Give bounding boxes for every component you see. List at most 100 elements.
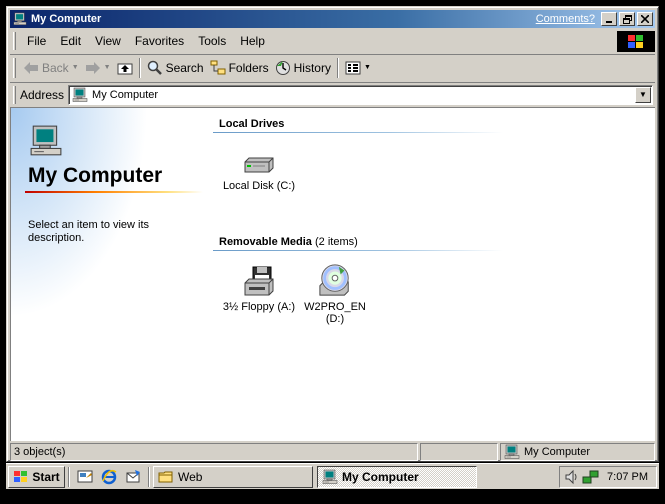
status-location-text: My Computer — [524, 446, 591, 458]
folder-icon — [158, 469, 174, 485]
views-button[interactable]: ▼ — [342, 57, 374, 79]
windows-logo-icon — [617, 31, 655, 52]
explorer-window: My Computer Comments? File Edit View Fav… — [6, 6, 659, 462]
standard-toolbar: Back ▼ ▼ Search Folders History ▼ — [10, 54, 655, 80]
floppy-drive-icon — [243, 265, 275, 297]
system-tray: 7:07 PM — [559, 465, 657, 488]
drive-item-floppy-a[interactable]: 3½ Floppy (A:) — [219, 265, 299, 313]
chevron-down-icon[interactable]: ▼ — [72, 64, 79, 71]
clock[interactable]: 7:07 PM — [607, 471, 648, 483]
chevron-down-icon: ▼ — [639, 90, 647, 99]
folders-button[interactable]: Folders — [207, 57, 272, 79]
start-button[interactable]: Start — [8, 465, 65, 488]
cd-drive-icon — [318, 263, 352, 297]
volume-icon[interactable] — [564, 469, 580, 485]
back-button[interactable]: Back ▼ — [20, 57, 82, 79]
comments-link[interactable]: Comments? — [536, 13, 595, 25]
status-bar: 3 object(s) My Computer — [10, 443, 655, 461]
taskbar-separator — [68, 466, 70, 487]
address-value: My Computer — [92, 88, 159, 101]
history-icon — [275, 60, 290, 75]
hard-disk-icon — [243, 156, 275, 176]
menu-bar: File Edit View Favorites Tools Help — [10, 30, 655, 52]
drive-label: 3½ Floppy (A:) — [222, 301, 296, 313]
task-button-my-computer[interactable]: My Computer — [317, 465, 477, 488]
drive-item-local-disk-c[interactable]: Local Disk (C:) — [221, 156, 297, 192]
folders-tree-icon — [210, 60, 226, 74]
address-label: Address — [20, 87, 65, 102]
group-header-removable-media: Removable Media (2 items) — [219, 236, 358, 248]
group-divider — [213, 132, 503, 133]
drive-label: W2PRO_EN (D:) — [304, 301, 366, 325]
pane-description: Select an item to view its description. — [28, 219, 150, 244]
forward-arrow-icon — [85, 61, 100, 74]
up-folder-icon — [117, 63, 133, 74]
menu-favorites[interactable]: Favorites — [128, 34, 191, 48]
windows-logo-icon — [14, 470, 28, 482]
toolbar-grip[interactable] — [13, 57, 16, 78]
menu-edit[interactable]: Edit — [53, 34, 88, 48]
pane-divider — [25, 191, 203, 193]
search-button[interactable]: Search — [144, 57, 207, 79]
up-button[interactable] — [114, 57, 136, 79]
chevron-down-icon[interactable]: ▼ — [364, 64, 371, 71]
folders-label: Folders — [228, 60, 269, 75]
task-label: My Computer — [342, 469, 419, 484]
show-desktop-icon[interactable] — [76, 468, 94, 486]
internet-explorer-icon[interactable] — [100, 468, 118, 486]
back-label: Back — [42, 60, 69, 75]
restore-button[interactable] — [619, 12, 635, 26]
toolbar-separator — [138, 57, 141, 78]
window-title: My Computer — [31, 13, 102, 25]
search-icon — [147, 60, 162, 75]
group-divider — [213, 250, 503, 251]
folder-view: My Computer Select an item to view its d… — [10, 107, 655, 441]
group-count: (2 items) — [314, 236, 358, 248]
group-title: Removable Media — [219, 236, 312, 248]
network-icon[interactable] — [582, 469, 600, 485]
views-grid-icon — [345, 61, 361, 74]
task-button-web[interactable]: Web — [153, 465, 313, 488]
task-label: Web — [178, 469, 203, 484]
status-location: My Computer — [500, 443, 655, 461]
minimize-icon — [606, 21, 612, 23]
computer-icon — [72, 87, 88, 103]
address-bar: Address My Computer ▼ — [10, 82, 655, 106]
start-label: Start — [32, 469, 60, 484]
back-arrow-icon — [24, 61, 38, 74]
menu-grip[interactable] — [13, 32, 16, 50]
menu-tools[interactable]: Tools — [191, 34, 233, 48]
chevron-down-icon[interactable]: ▼ — [104, 64, 111, 71]
group-title: Local Drives — [219, 118, 285, 130]
status-object-count: 3 object(s) — [10, 443, 418, 461]
toolbar-separator — [336, 57, 339, 78]
pane-title: My Computer — [28, 164, 163, 187]
restore-icon — [622, 14, 632, 24]
address-grip[interactable] — [13, 85, 16, 104]
drive-item-cd-d[interactable]: W2PRO_EN (D:) — [301, 263, 369, 325]
title-bar[interactable]: My Computer Comments? — [10, 10, 655, 28]
status-text: 3 object(s) — [14, 446, 66, 458]
history-button[interactable]: History — [272, 57, 334, 79]
status-zone — [420, 443, 498, 461]
address-input[interactable]: My Computer ▼ — [68, 84, 653, 105]
minimize-button[interactable] — [601, 12, 617, 26]
forward-button[interactable]: ▼ — [82, 57, 114, 79]
taskbar: Start Web My Computer 7:07 PM — [6, 463, 659, 489]
search-label: Search — [165, 60, 204, 75]
computer-icon — [29, 124, 63, 158]
web-view-info-pane: My Computer Select an item to view its d… — [11, 108, 211, 441]
menu-file[interactable]: File — [20, 34, 53, 48]
close-icon — [641, 15, 649, 23]
close-button[interactable] — [637, 12, 653, 26]
computer-icon — [504, 444, 520, 460]
taskbar-separator — [148, 466, 150, 487]
menu-view[interactable]: View — [88, 34, 128, 48]
address-dropdown-button[interactable]: ▼ — [635, 86, 651, 103]
history-label: History — [293, 60, 331, 75]
group-header-local-drives: Local Drives — [219, 118, 284, 130]
menu-help[interactable]: Help — [233, 34, 272, 48]
outlook-express-icon[interactable] — [124, 468, 142, 486]
drive-label: Local Disk (C:) — [222, 180, 296, 192]
computer-icon — [322, 469, 338, 485]
